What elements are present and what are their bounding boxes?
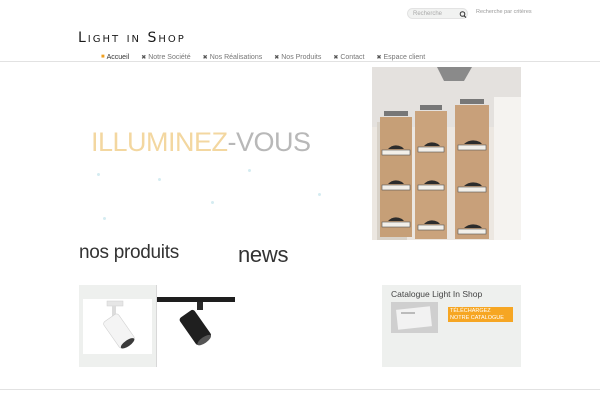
nav-divider: [0, 61, 600, 62]
sparkle-dot: [211, 201, 214, 204]
shop-display-photo: [372, 67, 521, 240]
sparkle-dot: [97, 173, 100, 176]
nav-item-label: Nos Réalisations: [209, 53, 263, 61]
nav-item-label: Espace client: [383, 53, 426, 61]
hero-slogan-rest: -VOUS: [227, 127, 312, 157]
hero-slogan-highlight: ILLUMINEZ: [91, 127, 228, 157]
product-tile[interactable]: [157, 285, 235, 367]
nav-item-label: Nos Produits: [281, 53, 322, 61]
site-logo[interactable]: Light in Shop: [78, 30, 186, 46]
sparkle-dot: [158, 178, 161, 181]
nav-bullet-icon: ✖: [141, 54, 147, 61]
search-icon[interactable]: [458, 8, 468, 20]
nav-bullet-icon: ✖: [202, 54, 208, 61]
product-image-white-spotlight: [83, 299, 152, 354]
nav-bullet-icon: ✖: [333, 54, 339, 61]
download-catalogue-button[interactable]: Téléchargez notre catalogue: [448, 307, 513, 322]
nav-bullet-icon: ✖: [274, 54, 280, 61]
sparkle-dot: [248, 169, 251, 172]
nav-item-label: Notre Société: [148, 53, 191, 61]
news-section-title: news: [238, 242, 289, 267]
catalogue-box: Catalogue Light In Shop Téléchargez notr…: [382, 285, 521, 367]
advanced-search-link[interactable]: Recherche par critères: [476, 8, 532, 17]
nav-item-label: Contact: [340, 53, 365, 61]
sparkle-dot: [103, 217, 106, 220]
nav-bullet-icon: ✖: [376, 54, 382, 61]
products-section-title: nos produits: [79, 242, 179, 263]
footer-divider: [0, 389, 600, 390]
nav-bullet-icon: ■: [101, 54, 105, 60]
nav-item-label: Accueil: [106, 53, 130, 61]
product-image-black-spotlight: [179, 302, 211, 346]
products-carousel: [79, 285, 235, 367]
product-tile[interactable]: [79, 285, 156, 367]
hero-slogan: ILLUMINEZ-VOUS: [91, 127, 311, 158]
catalogue-thumbnail[interactable]: [391, 302, 438, 333]
sparkle-dot: [318, 193, 321, 196]
catalogue-title: Catalogue Light In Shop: [391, 289, 483, 299]
